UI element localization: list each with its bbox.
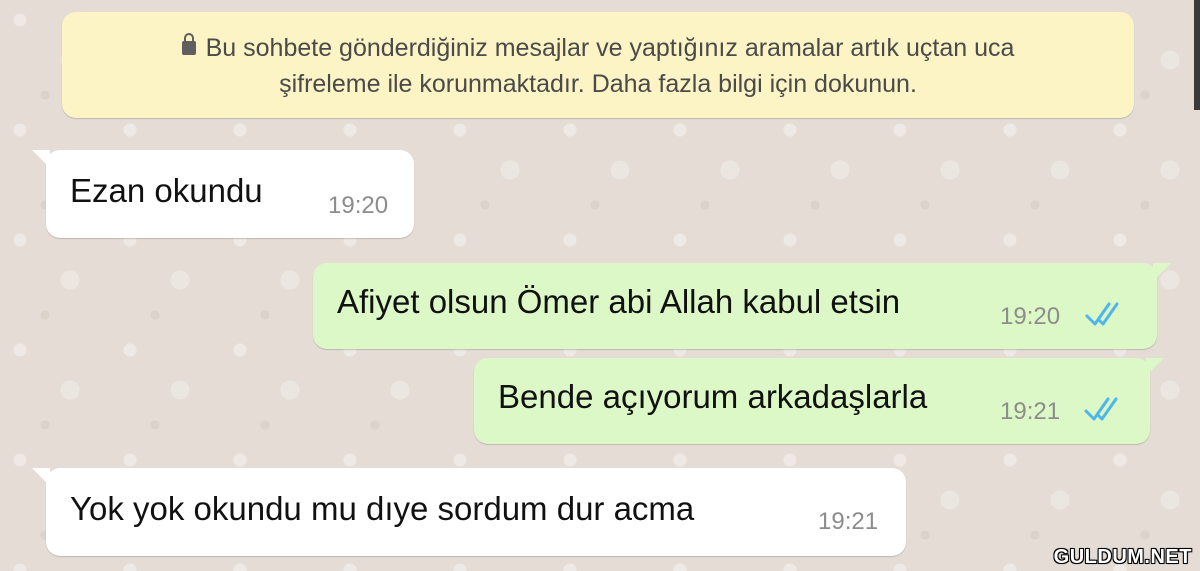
encryption-notice-line2: şifreleme ile korunmaktadır. Daha fazla … (279, 70, 917, 98)
message-time: 19:21 (818, 508, 879, 535)
message-bubble-outgoing[interactable]: Bende açıyorum arkadaşlarla 19:21 (474, 358, 1164, 444)
double-check-read-icon (1084, 397, 1118, 421)
message-text: Afiyet olsun Ömer abi Allah kabul etsin (337, 283, 901, 320)
message-time: 19:21 (1000, 398, 1061, 425)
message-text: Ezan okundu (70, 172, 263, 209)
message-bubble-incoming[interactable]: Yok yok okundu mu dıye sordum dur acma 1… (32, 468, 906, 556)
encryption-notice[interactable]: Bu sohbete gönderdiğiniz mesajlar ve yap… (62, 12, 1134, 118)
message-text: Yok yok okundu mu dıye sordum dur acma (70, 490, 695, 527)
message-bubble-outgoing[interactable]: Afiyet olsun Ömer abi Allah kabul etsin … (313, 263, 1171, 349)
message-time: 19:20 (1000, 303, 1061, 330)
encryption-notice-line1: Bu sohbete gönderdiğiniz mesajlar ve yap… (205, 34, 1015, 62)
double-check-read-icon (1085, 302, 1119, 326)
scroll-edge (1194, 0, 1200, 110)
watermark-logo: GULDUM.NET (1053, 546, 1192, 568)
lock-icon (181, 33, 196, 55)
message-time: 19:20 (328, 192, 389, 219)
message-text: Bende açıyorum arkadaşlarla (498, 378, 928, 415)
message-bubble-incoming[interactable]: Ezan okundu 19:20 (32, 150, 414, 238)
